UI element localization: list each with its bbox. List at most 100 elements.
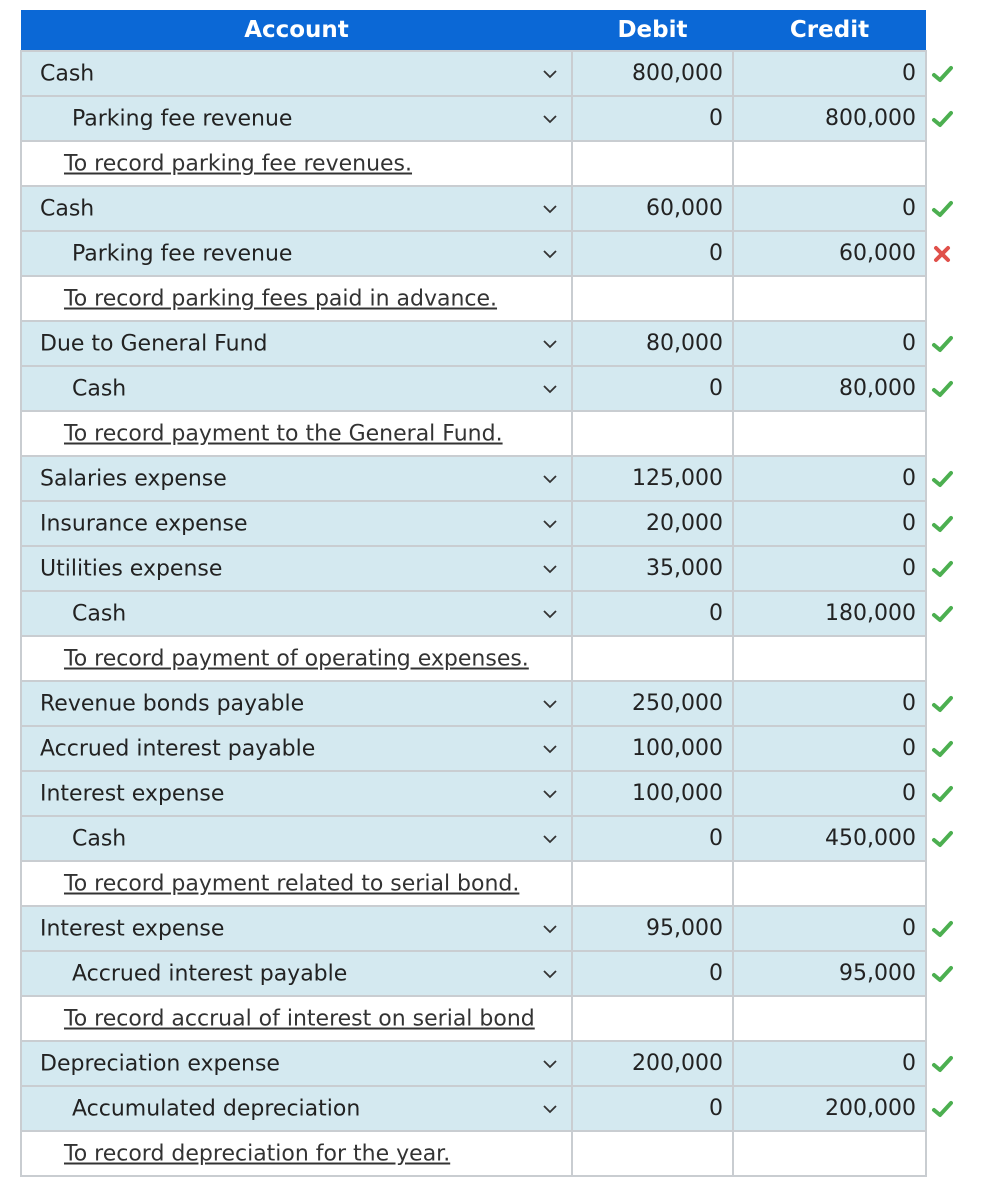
- account-select[interactable]: Accumulated depreciation: [20, 1085, 573, 1132]
- debit-input[interactable]: 35,000: [571, 545, 734, 592]
- memo-cell[interactable]: To record payment to the General Fund.: [20, 410, 573, 457]
- debit-input[interactable]: 800,000: [571, 50, 734, 97]
- account-select[interactable]: Accrued interest payable: [20, 725, 573, 772]
- journal-row: Utilities expense 35,000 0: [20, 545, 972, 592]
- debit-input[interactable]: 100,000: [571, 770, 734, 817]
- account-select[interactable]: Interest expense: [20, 770, 573, 817]
- credit-input[interactable]: 800,000: [732, 95, 927, 142]
- debit-input[interactable]: 20,000: [571, 500, 734, 547]
- chevron-down-icon[interactable]: [539, 243, 561, 265]
- debit-input[interactable]: 0: [571, 365, 734, 412]
- check-icon: [931, 693, 953, 715]
- account-select[interactable]: Cash: [20, 815, 573, 862]
- account-select[interactable]: Depreciation expense: [20, 1040, 573, 1087]
- debit-empty: [571, 410, 734, 457]
- chevron-down-icon[interactable]: [539, 918, 561, 940]
- credit-input[interactable]: 0: [732, 545, 927, 592]
- chevron-down-icon[interactable]: [539, 603, 561, 625]
- memo-row: To record depreciation for the year.: [20, 1130, 972, 1177]
- status-cell: [926, 726, 972, 771]
- account-select[interactable]: Interest expense: [20, 905, 573, 952]
- credit-input[interactable]: 80,000: [732, 365, 927, 412]
- debit-input[interactable]: 0: [571, 950, 734, 997]
- chevron-down-icon[interactable]: [539, 468, 561, 490]
- account-select[interactable]: Utilities expense: [20, 545, 573, 592]
- account-select[interactable]: Cash: [20, 365, 573, 412]
- credit-input[interactable]: 0: [732, 50, 927, 97]
- credit-input[interactable]: 200,000: [732, 1085, 927, 1132]
- credit-input[interactable]: 0: [732, 185, 927, 232]
- check-icon: [931, 828, 953, 850]
- memo-cell[interactable]: To record parking fees paid in advance.: [20, 275, 573, 322]
- chevron-down-icon[interactable]: [539, 783, 561, 805]
- account-select[interactable]: Accrued interest payable: [20, 950, 573, 997]
- credit-input[interactable]: 0: [732, 455, 927, 502]
- memo-text: To record depreciation for the year.: [64, 1141, 451, 1166]
- debit-input[interactable]: 250,000: [571, 680, 734, 727]
- account-select[interactable]: Due to General Fund: [20, 320, 573, 367]
- memo-row: To record parking fee revenues.: [20, 140, 972, 187]
- journal-entry-table-container: Account Debit Credit Cash 800,000 0 Park…: [20, 10, 973, 1177]
- account-select[interactable]: Parking fee revenue: [20, 95, 573, 142]
- debit-input[interactable]: 60,000: [571, 185, 734, 232]
- account-select[interactable]: Parking fee revenue: [20, 230, 573, 277]
- account-select[interactable]: Salaries expense: [20, 455, 573, 502]
- journal-row: Cash 0 180,000: [20, 590, 972, 637]
- chevron-down-icon[interactable]: [539, 1098, 561, 1120]
- credit-input[interactable]: 0: [732, 770, 927, 817]
- account-select[interactable]: Cash: [20, 50, 573, 97]
- memo-cell[interactable]: To record payment related to serial bond…: [20, 860, 573, 907]
- account-select[interactable]: Cash: [20, 185, 573, 232]
- chevron-down-icon[interactable]: [539, 378, 561, 400]
- chevron-down-icon[interactable]: [539, 693, 561, 715]
- debit-input[interactable]: 80,000: [571, 320, 734, 367]
- status-cell: [926, 501, 972, 546]
- chevron-down-icon[interactable]: [539, 108, 561, 130]
- account-select[interactable]: Revenue bonds payable: [20, 680, 573, 727]
- debit-input[interactable]: 200,000: [571, 1040, 734, 1087]
- journal-row: Cash 0 450,000: [20, 815, 972, 862]
- debit-input[interactable]: 0: [571, 230, 734, 277]
- debit-input[interactable]: 100,000: [571, 725, 734, 772]
- status-cell: [926, 186, 972, 231]
- credit-input[interactable]: 95,000: [732, 950, 927, 997]
- account-name: Accrued interest payable: [40, 736, 316, 761]
- chevron-down-icon[interactable]: [539, 1053, 561, 1075]
- debit-input[interactable]: 0: [571, 590, 734, 637]
- chevron-down-icon[interactable]: [539, 558, 561, 580]
- account-select[interactable]: Cash: [20, 590, 573, 637]
- credit-input[interactable]: 180,000: [732, 590, 927, 637]
- debit-input[interactable]: 95,000: [571, 905, 734, 952]
- journal-row: Accrued interest payable 100,000 0: [20, 725, 972, 772]
- status-cell: [926, 681, 972, 726]
- credit-input[interactable]: 60,000: [732, 230, 927, 277]
- account-name: Salaries expense: [40, 466, 227, 491]
- journal-row: Interest expense 95,000 0: [20, 905, 972, 952]
- credit-input[interactable]: 0: [732, 680, 927, 727]
- account-select[interactable]: Insurance expense: [20, 500, 573, 547]
- credit-input[interactable]: 0: [732, 1040, 927, 1087]
- chevron-down-icon[interactable]: [539, 828, 561, 850]
- credit-input[interactable]: 0: [732, 725, 927, 772]
- memo-cell[interactable]: To record parking fee revenues.: [20, 140, 573, 187]
- chevron-down-icon[interactable]: [539, 63, 561, 85]
- chevron-down-icon[interactable]: [539, 963, 561, 985]
- memo-cell[interactable]: To record payment of operating expenses.: [20, 635, 573, 682]
- chevron-down-icon[interactable]: [539, 198, 561, 220]
- debit-input[interactable]: 0: [571, 95, 734, 142]
- debit-empty: [571, 1130, 734, 1177]
- chevron-down-icon[interactable]: [539, 738, 561, 760]
- chevron-down-icon[interactable]: [539, 513, 561, 535]
- credit-input[interactable]: 0: [732, 320, 927, 367]
- credit-input[interactable]: 450,000: [732, 815, 927, 862]
- credit-input[interactable]: 0: [732, 500, 927, 547]
- memo-cell[interactable]: To record depreciation for the year.: [20, 1130, 573, 1177]
- credit-input[interactable]: 0: [732, 905, 927, 952]
- status-empty: [926, 861, 972, 906]
- check-icon: [931, 783, 953, 805]
- debit-input[interactable]: 0: [571, 1085, 734, 1132]
- chevron-down-icon[interactable]: [539, 333, 561, 355]
- debit-input[interactable]: 0: [571, 815, 734, 862]
- debit-input[interactable]: 125,000: [571, 455, 734, 502]
- memo-cell[interactable]: To record accrual of interest on serial …: [20, 995, 573, 1042]
